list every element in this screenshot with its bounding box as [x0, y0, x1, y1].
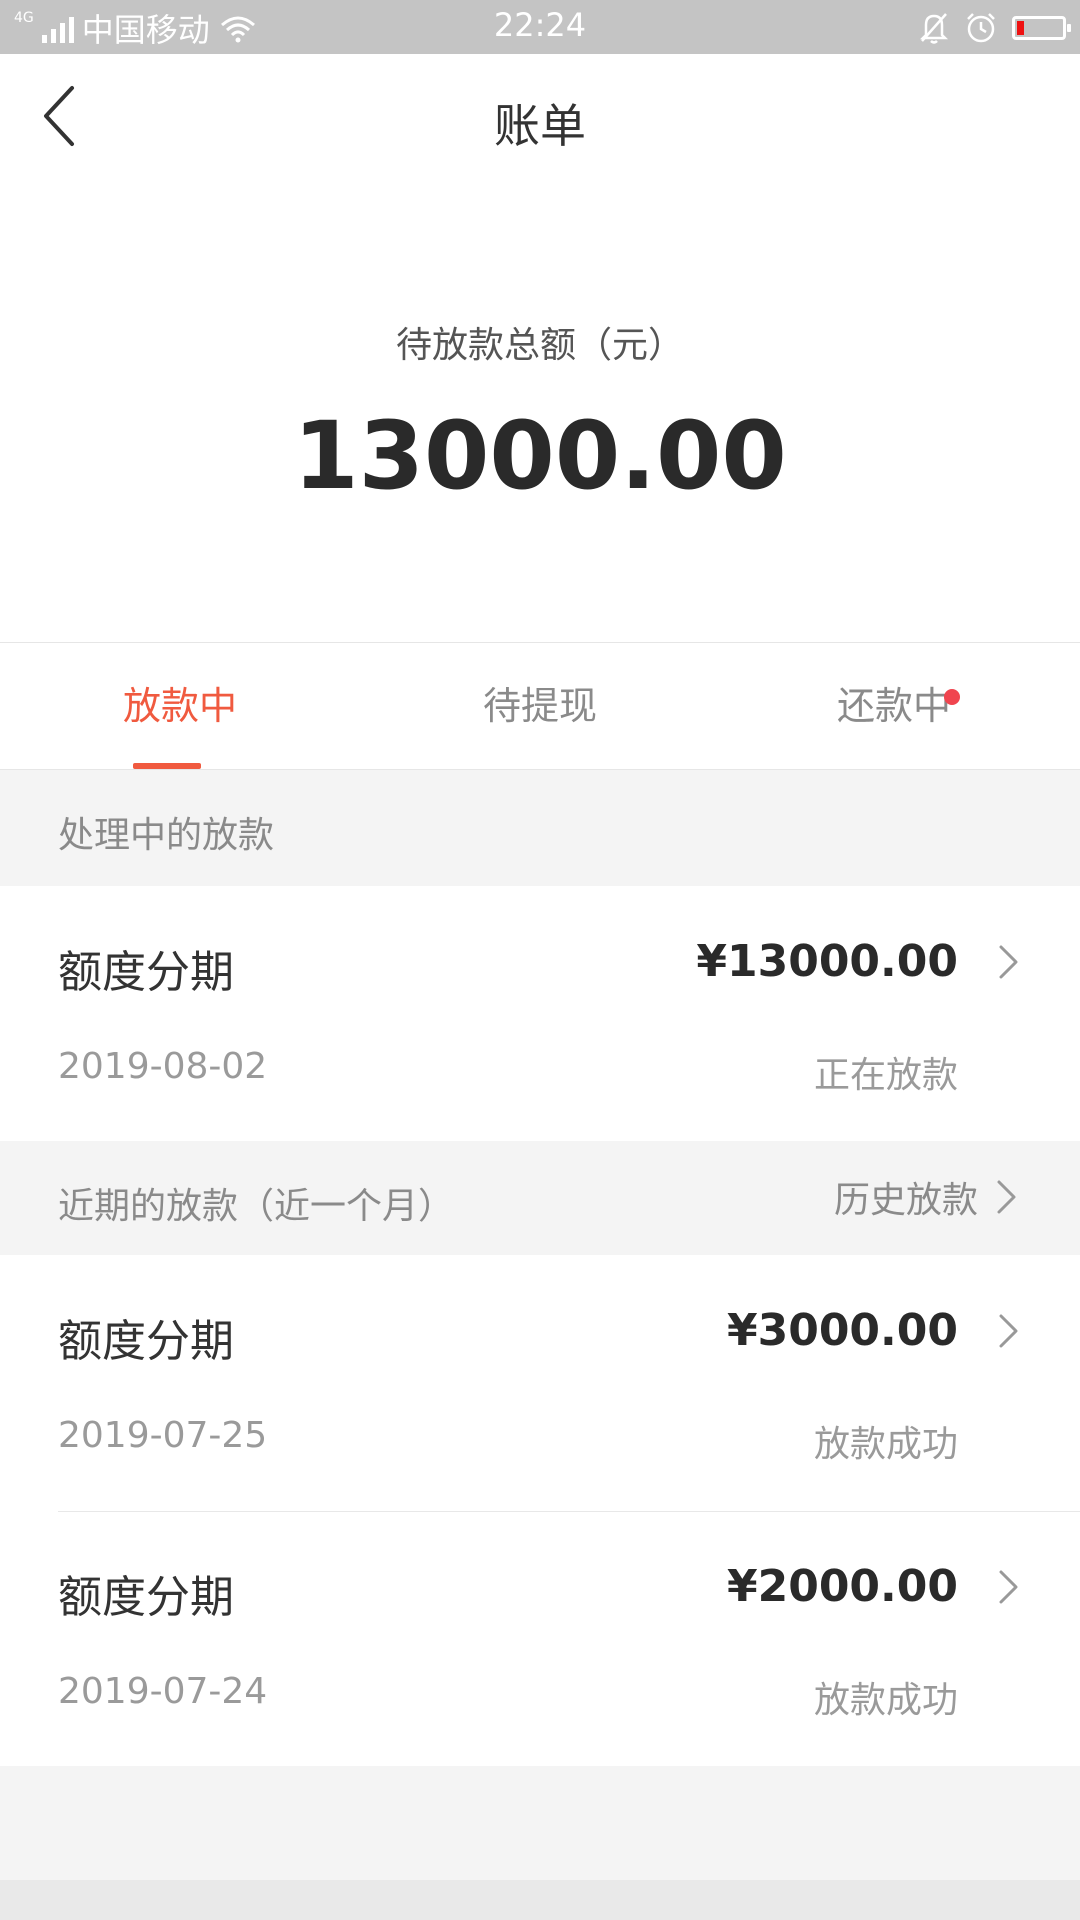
tab-pending-withdrawal[interactable]: 待提现 — [360, 643, 720, 769]
battery-level — [1017, 21, 1024, 35]
section-header-processing: 处理中的放款 — [0, 770, 1080, 886]
loan-date: 2019-08-02 — [58, 1046, 268, 1087]
loan-name: 额度分期 — [58, 947, 234, 998]
loan-status: 放款成功 — [813, 1424, 958, 1465]
summary-label: 待放款总额（元） — [395, 325, 684, 366]
chevron-right-icon — [999, 1314, 1018, 1348]
section-title: 处理中的放款 — [58, 815, 275, 856]
tab-repaying[interactable]: 还款中 — [714, 643, 1074, 769]
loan-amount: ¥2000.00 — [726, 1561, 958, 1612]
loan-card[interactable]: 额度分期 ¥13000.00 2019-08-02 正在放款 — [0, 886, 1080, 1141]
chevron-right-icon — [999, 1570, 1018, 1604]
alarm-icon — [967, 13, 995, 43]
summary-panel: 待放款总额（元） 13000.00 — [0, 180, 1080, 643]
nav-bar: 账单 — [0, 54, 1080, 180]
loan-date: 2019-07-24 — [58, 1671, 268, 1712]
row-divider — [58, 1511, 1080, 1512]
history-link-label: 历史放款 — [833, 1180, 978, 1221]
loan-name: 额度分期 — [58, 1572, 234, 1623]
notification-dot — [944, 689, 960, 705]
loan-name: 额度分期 — [58, 1316, 234, 1367]
loan-amount: ¥3000.00 — [726, 1305, 958, 1356]
section-header-recent: 近期的放款（近一个月） 历史放款 — [0, 1141, 1080, 1255]
recent-list: 额度分期 ¥3000.00 2019-07-25 放款成功 额度分期 ¥2000… — [0, 1255, 1080, 1766]
page-title: 账单 — [494, 99, 586, 153]
history-link[interactable]: 历史放款 — [834, 1171, 1020, 1223]
loan-date: 2019-07-25 — [58, 1415, 268, 1456]
active-tab-indicator — [133, 763, 201, 769]
loan-amount: ¥13000.00 — [696, 936, 958, 987]
summary-amount: 13000.00 — [293, 402, 787, 511]
tab-bar: 放款中 待提现 还款中 — [0, 643, 1080, 770]
tab-disbursing[interactable]: 放款中 — [0, 643, 360, 769]
loan-status: 正在放款 — [813, 1055, 958, 1096]
chevron-right-icon — [999, 945, 1018, 979]
status-bar: 4G 中国移动 22:24 — [0, 0, 1080, 54]
loan-status: 放款成功 — [813, 1680, 958, 1721]
bottom-strip — [0, 1880, 1080, 1920]
battery-icon — [1012, 16, 1071, 40]
section-title: 近期的放款（近一个月） — [58, 1186, 455, 1227]
status-right — [918, 8, 1071, 48]
chevron-right-icon — [997, 1180, 1016, 1214]
mute-bell-icon — [919, 13, 949, 44]
